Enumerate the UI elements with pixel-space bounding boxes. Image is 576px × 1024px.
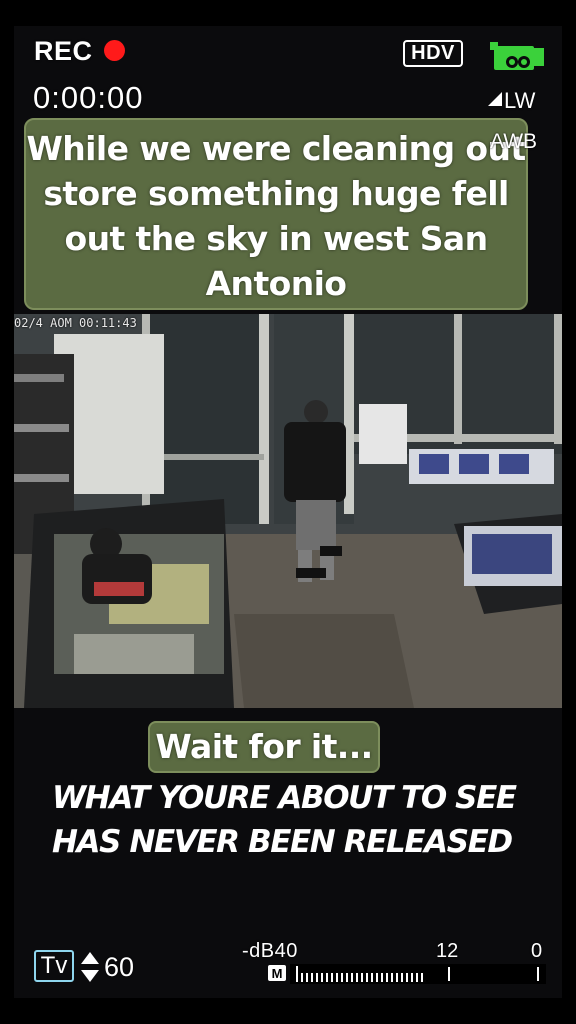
audio-level-meter [290, 964, 546, 984]
meter-major-tick [537, 967, 539, 981]
awb-label: AWB [490, 130, 538, 153]
meter-tick [401, 973, 403, 982]
caption-wait: Wait for it... [148, 721, 380, 773]
meter-tick [341, 973, 343, 982]
meter-tick [416, 973, 418, 982]
headline-line-2: HAS NEVER BEEN RELEASED [52, 824, 513, 860]
meter-tick [391, 973, 393, 982]
caption-top: While we were cleaning out store somethi… [24, 118, 528, 310]
meter-tick [356, 973, 358, 982]
record-dot-icon [104, 40, 125, 61]
meter-tick [396, 973, 398, 982]
meter-tick [381, 973, 383, 982]
lw-label: LW [504, 88, 536, 113]
meter-badge: M [268, 965, 286, 981]
video-camera-icon [490, 42, 544, 70]
timecode: 0:00:00 [33, 80, 144, 115]
meter-tick [316, 973, 318, 982]
meter-tick [321, 973, 323, 982]
tv-mode-badge: Tv [34, 950, 74, 982]
meter-tick [351, 973, 353, 982]
video-timestamp-overlay: 02/4 AOM 00:11:43 [14, 316, 137, 330]
db-max-label: 0 [531, 940, 543, 962]
video-frame-illustration [14, 314, 562, 708]
meter-tick [366, 973, 368, 982]
meter-tick [406, 973, 408, 982]
meter-tick [371, 973, 373, 982]
meter-major-tick [448, 967, 450, 981]
meter-tick [411, 973, 413, 982]
meter-tick [421, 973, 423, 982]
rec-label: REC [34, 36, 93, 66]
headline: WHAT YOURE ABOUT TO SEE HAS NEVER BEEN R… [0, 776, 576, 864]
meter-tick [311, 973, 313, 982]
meter-tick [376, 973, 378, 982]
meter-tick [326, 973, 328, 982]
meter-tick [386, 973, 388, 982]
meter-tick [336, 973, 338, 982]
security-camera-video [14, 314, 562, 708]
caption-top-text: While we were cleaning out store somethi… [26, 129, 526, 303]
shutter-value: 60 [104, 952, 135, 982]
up-down-arrows-icon [81, 952, 99, 982]
db-mid-label: 12 [436, 940, 459, 962]
meter-tick [296, 966, 298, 982]
headline-line-1: WHAT YOURE ABOUT TO SEE [52, 780, 517, 816]
meter-tick [361, 973, 363, 982]
hdv-badge: HDV [403, 40, 463, 67]
meter-tick [331, 973, 333, 982]
triangle-icon [488, 92, 502, 106]
db-label: -dB40 [242, 940, 298, 962]
meter-tick [301, 973, 303, 982]
meter-tick [306, 973, 308, 982]
meter-tick [346, 973, 348, 982]
